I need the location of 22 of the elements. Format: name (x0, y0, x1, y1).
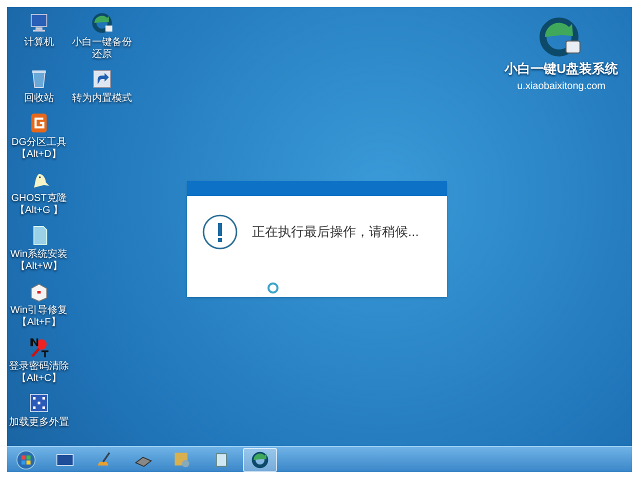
tools-icon (172, 450, 192, 470)
desktop-icon-label[interactable]: 登录密码清除 【Alt+C】 (9, 361, 69, 385)
circular-arrows-icon (250, 450, 270, 470)
desktop-icon-label[interactable]: 回收站 (24, 93, 54, 105)
desktop-icon-label[interactable]: 计算机 (24, 37, 54, 49)
desktop-icon-label[interactable]: Win系统安装 【Alt+W】 (10, 249, 68, 273)
circular-arrows-icon[interactable] (90, 11, 114, 35)
desktop-icon-label[interactable]: 转为内置模式 (72, 93, 132, 105)
exclamation-icon (202, 214, 238, 250)
dialog-message: 正在执行最后操作，请稍候... (252, 223, 419, 242)
desktop-icon-label[interactable]: 加载更多外置 (9, 417, 69, 429)
loading-spinner-icon (267, 282, 279, 294)
desktop-icon-label[interactable]: 小白一键备份 还原 (72, 37, 132, 61)
logo-title: 小白一键U盘装系统 (504, 60, 618, 78)
logo-icon (539, 15, 584, 59)
logo-url: u.xiaobaixitong.com (517, 80, 606, 94)
desktop-icon-label[interactable]: GHOST克隆 【Alt+G 】 (11, 193, 67, 217)
start-orb-icon (16, 450, 36, 470)
desktop-icon-label[interactable]: DG分区工具 【Alt+D】 (12, 137, 66, 161)
desktop-icon-label[interactable]: Win引导修复 【Alt+F】 (10, 305, 68, 329)
taskbar-button[interactable] (243, 448, 277, 472)
grid-icon[interactable] (27, 391, 51, 415)
